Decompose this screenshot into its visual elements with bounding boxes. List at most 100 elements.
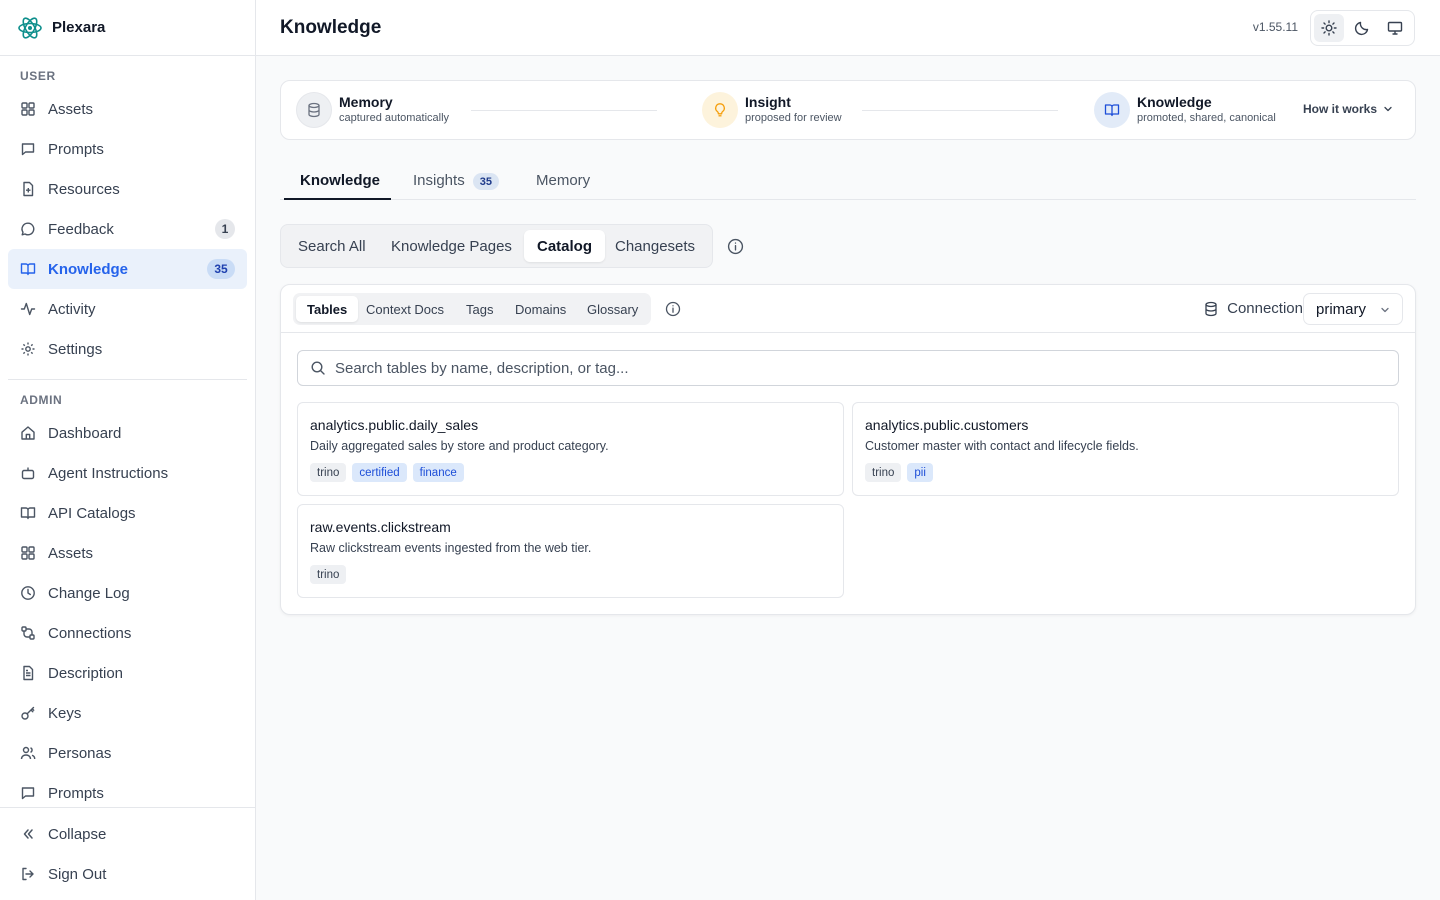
- table-card[interactable]: raw.events.clickstream Raw clickstream e…: [297, 504, 844, 598]
- tag-badge[interactable]: trino: [310, 565, 347, 584]
- sidebar-item-personas[interactable]: Personas: [8, 733, 247, 773]
- sidebar-footer: Collapse Sign Out: [0, 807, 255, 900]
- sidebar-item-agent-instructions[interactable]: Agent Instructions: [8, 453, 247, 493]
- tab-label: Insights: [413, 172, 465, 189]
- stage-title: Knowledge: [1137, 94, 1212, 110]
- pipeline-stage-insight: Insight proposed for review: [702, 92, 842, 128]
- file-plus-icon: [23, 181, 34, 197]
- insights-count-badge: 35: [472, 173, 499, 190]
- sidebar-item-connections[interactable]: Connections: [8, 613, 247, 653]
- message-square-icon: [21, 787, 35, 800]
- theme-switcher: [1310, 10, 1415, 46]
- table-search-box: [297, 350, 1399, 386]
- chevron-down-icon: [1381, 307, 1389, 313]
- key-icon: [21, 706, 35, 720]
- sidebar-item-admin-assets[interactable]: Assets: [8, 533, 247, 573]
- stage-title: Memory: [339, 94, 393, 110]
- sidebar-item-keys[interactable]: Keys: [8, 693, 247, 733]
- book-open-icon: [1094, 92, 1130, 128]
- system-theme-button[interactable]: [1380, 14, 1410, 42]
- stage-subtitle: captured automatically: [339, 112, 450, 124]
- sidebar-item-label: API Catalogs: [48, 504, 136, 522]
- sidebar-item-label: Dashboard: [48, 424, 122, 442]
- message-circle-icon: [21, 222, 35, 236]
- tag-badge[interactable]: trino: [310, 463, 347, 482]
- sidebar-item-label: Assets: [48, 544, 94, 562]
- table-tags: trino pii: [865, 463, 1386, 482]
- home-icon: [21, 426, 35, 440]
- subtab-domains[interactable]: Domains: [504, 296, 577, 322]
- sidebar-item-activity[interactable]: Activity: [8, 289, 247, 329]
- sidebar-item-dashboard[interactable]: Dashboard: [8, 413, 247, 453]
- table-card[interactable]: analytics.public.customers Customer mast…: [852, 402, 1399, 496]
- sidebar-nav[interactable]: USER Assets Prompts Resources Feedback 1…: [0, 56, 255, 807]
- connection-label: Connection: [1203, 300, 1303, 317]
- subtab-tags[interactable]: Tags: [455, 296, 504, 322]
- lightbulb-icon: [702, 92, 738, 128]
- sign-out-button[interactable]: Sign Out: [8, 854, 247, 894]
- grid-icon: [21, 102, 35, 116]
- bot-icon: [21, 467, 35, 480]
- tab-memory[interactable]: Memory: [536, 172, 590, 200]
- sidebar-item-assets[interactable]: Assets: [8, 89, 247, 129]
- subtab-context-docs[interactable]: Context Docs: [355, 296, 455, 322]
- sidebar-item-admin-prompts[interactable]: Prompts: [8, 773, 247, 807]
- tab-insights[interactable]: Insights 35: [413, 172, 499, 200]
- tag-badge[interactable]: finance: [412, 463, 464, 482]
- table-description: Customer master with contact and lifecyc…: [865, 439, 1139, 453]
- sidebar-item-label: Change Log: [48, 584, 130, 602]
- database-icon: [1205, 301, 1217, 316]
- info-icon[interactable]: [665, 301, 681, 317]
- pipeline-stage-memory: Memory captured automatically: [296, 92, 449, 128]
- sidebar-item-change-log[interactable]: Change Log: [8, 573, 247, 613]
- sidebar-item-knowledge[interactable]: Knowledge 35: [8, 249, 247, 289]
- tag-badge[interactable]: pii: [907, 463, 933, 482]
- main-content: Memory captured automatically Insight pr…: [280, 80, 1416, 615]
- subtab-glossary[interactable]: Glossary: [576, 296, 649, 322]
- sidebar-item-resources[interactable]: Resources: [8, 169, 247, 209]
- stage-title: Insight: [745, 94, 791, 110]
- sidebar-item-api-catalogs[interactable]: API Catalogs: [8, 493, 247, 533]
- tab-knowledge[interactable]: Knowledge: [300, 172, 380, 200]
- pipeline-stage-knowledge: Knowledge promoted, shared, canonical: [1094, 92, 1276, 128]
- catalog-panel: Tables Context Docs Tags Domains Glossar…: [280, 284, 1416, 615]
- connection-select[interactable]: primary: [1303, 293, 1403, 325]
- sidebar-item-label: Activity: [48, 300, 96, 318]
- sidebar-item-label: Agent Instructions: [48, 464, 169, 482]
- chevron-down-icon: [1384, 106, 1392, 112]
- dark-theme-button[interactable]: [1347, 14, 1377, 42]
- table-card[interactable]: analytics.public.daily_sales Daily aggre…: [297, 402, 844, 496]
- tag-badge[interactable]: trino: [865, 463, 902, 482]
- segment-catalog[interactable]: Catalog: [524, 230, 606, 262]
- chevrons-left-icon: [23, 829, 33, 839]
- tab-label: Knowledge: [300, 172, 381, 189]
- segment-changesets[interactable]: Changesets: [602, 230, 708, 262]
- sidebar-item-prompts[interactable]: Prompts: [8, 129, 247, 169]
- sun-icon: [1321, 20, 1337, 36]
- knowledge-view-switcher: Search All Knowledge Pages Catalog Chang…: [280, 224, 744, 268]
- how-it-works-button[interactable]: How it works: [1303, 102, 1393, 116]
- segment-knowledge-pages[interactable]: Knowledge Pages: [378, 230, 525, 262]
- connection-value: primary: [1316, 300, 1367, 318]
- table-name: raw.events.clickstream: [310, 519, 451, 535]
- table-search-input[interactable]: [335, 359, 1355, 377]
- info-icon[interactable]: [727, 238, 744, 255]
- stage-subtitle: promoted, shared, canonical: [1137, 112, 1276, 124]
- brand[interactable]: Plexara: [0, 0, 255, 56]
- feedback-count-badge: 1: [215, 219, 235, 239]
- grid-icon: [21, 546, 35, 560]
- monitor-icon: [1387, 21, 1403, 35]
- light-theme-button[interactable]: [1314, 14, 1344, 42]
- sidebar-item-description[interactable]: Description: [8, 653, 247, 693]
- book-open-icon: [20, 263, 36, 276]
- version-label: v1.55.11: [1252, 20, 1298, 34]
- book-open-icon: [20, 507, 36, 520]
- tag-badge[interactable]: certified: [352, 463, 407, 482]
- sidebar-item-settings[interactable]: Settings: [8, 329, 247, 369]
- sidebar-item-label: Prompts: [48, 784, 104, 802]
- collapse-button[interactable]: Collapse: [8, 814, 247, 854]
- sidebar-item-feedback[interactable]: Feedback 1: [8, 209, 247, 249]
- segment-search-all[interactable]: Search All: [285, 230, 379, 262]
- top-bar: Knowledge v1.55.11: [256, 0, 1440, 56]
- subtab-tables[interactable]: Tables: [296, 296, 359, 322]
